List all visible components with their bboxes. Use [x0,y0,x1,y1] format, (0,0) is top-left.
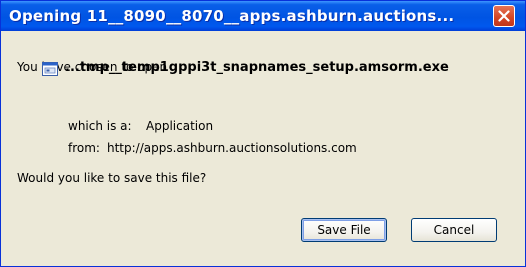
application-file-icon [42,62,58,76]
save-file-button[interactable]: Save File [301,218,387,242]
window-title: Opening 11__8090__8070__apps.ashburn.auc… [9,7,455,25]
close-button[interactable] [493,5,515,27]
source-url: http://apps.ashburn.auctionsolutions.com [107,141,357,155]
file-name: ...tmp__temp1gppi3t_snapnames_setup.amso… [65,60,449,75]
file-type-value: Application [146,119,214,133]
download-dialog: Opening 11__8090__8070__apps.ashburn.auc… [0,0,526,267]
save-question: Would you like to save this file? [17,171,207,185]
close-icon [498,10,510,22]
cancel-button[interactable]: Cancel [411,218,497,242]
source-label: from: [68,141,100,155]
dialog-body: You have chosen to open ...tmp__temp1gpp… [1,31,525,266]
title-bar[interactable]: Opening 11__8090__8070__apps.ashburn.auc… [1,1,525,31]
file-type-label: which is a: [68,119,132,133]
